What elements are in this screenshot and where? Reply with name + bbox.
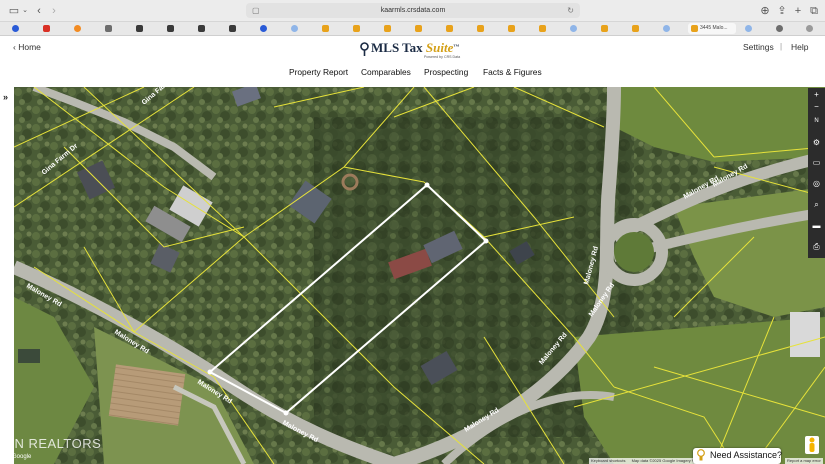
map-watermark: TN REALTORS: [6, 436, 101, 451]
search-icon[interactable]: ⌕: [808, 198, 825, 212]
gear-icon[interactable]: ⚙: [808, 136, 825, 150]
app-header: ‹ Home MLS Tax SuiteTM Powered by CRS Da…: [0, 36, 825, 86]
map-pin-icon: [360, 42, 369, 56]
parcel-vertex[interactable]: [207, 369, 213, 375]
bookmark-icon[interactable]: [229, 25, 236, 32]
gmail-icon[interactable]: [43, 25, 50, 32]
bookmark-icon[interactable]: [322, 25, 329, 32]
share-icon[interactable]: ⇪: [776, 4, 788, 18]
browser-toolbar: ▭ ⌄ ‹ › ▢ kaarmls.crsdata.com ↻ ⊕ ⇪ + ⧉: [0, 0, 825, 22]
bookmark-icon[interactable]: [508, 25, 515, 32]
bookmark-icon[interactable]: [167, 25, 174, 32]
address-bar[interactable]: ▢ kaarmls.crsdata.com ↻: [246, 3, 580, 18]
rectangle-select-icon[interactable]: ▭: [808, 156, 825, 170]
mls-tax-suite-logo[interactable]: MLS Tax SuiteTM Powered by CRS Data: [360, 40, 470, 60]
logo-accent: Suite: [425, 40, 454, 55]
header-divider: |: [780, 42, 783, 51]
house-roof: [18, 349, 40, 363]
parcel-vertex[interactable]: [424, 182, 430, 188]
street-view-pegman-icon[interactable]: [805, 436, 819, 454]
nav-facts-figures[interactable]: Facts & Figures: [483, 67, 542, 77]
pegman-figure: [809, 437, 815, 452]
bookmark-icon[interactable]: [198, 25, 205, 32]
logo-tm: TM: [453, 43, 460, 48]
url-text: kaarmls.crsdata.com: [380, 7, 446, 14]
logo-subtitle: Powered by CRS Data: [424, 55, 461, 59]
logo-text: MLS Tax SuiteTM: [371, 40, 459, 56]
bookmark-icon[interactable]: [539, 25, 546, 32]
bookmark-icon[interactable]: [12, 25, 19, 32]
bookmark-icon[interactable]: [570, 25, 577, 32]
map-controls: + − N ⚙ ▭ ◎ ⌕ ▬ ⎙: [808, 88, 825, 258]
sidebar-icon[interactable]: ▭: [8, 4, 20, 18]
watermark-text: TN REALTORS: [6, 436, 102, 451]
bookmark-icon[interactable]: [353, 25, 360, 32]
house-roof: [790, 312, 820, 357]
bookmark-icon[interactable]: [477, 25, 484, 32]
logo-main: MLS Tax: [371, 40, 426, 55]
nav-prospecting[interactable]: Prospecting: [424, 67, 468, 77]
chevron-down-icon[interactable]: ⌄: [21, 4, 29, 18]
bookmark-icon[interactable]: [745, 25, 752, 32]
bookmark-icon[interactable]: [806, 25, 813, 32]
bookmark-icon[interactable]: [260, 25, 267, 32]
print-icon[interactable]: ⎙: [808, 240, 825, 254]
plowed-field: [108, 364, 186, 426]
compass-icon[interactable]: N: [808, 114, 825, 128]
need-assistance-button[interactable]: Need Assistance?: [693, 448, 783, 464]
reload-icon[interactable]: ↻: [567, 3, 574, 18]
bookmarks-bar: 3445 Malo...: [0, 22, 825, 36]
lawn: [574, 317, 825, 464]
roundabout-center: [614, 232, 654, 272]
need-assistance-label: Need Assistance?: [710, 450, 783, 460]
bookmark-icon[interactable]: [663, 25, 670, 32]
bookmark-icon[interactable]: [601, 25, 608, 32]
parcel-vertex[interactable]: [483, 238, 489, 244]
bookmark-icon[interactable]: [776, 25, 783, 32]
home-label: Home: [18, 42, 41, 52]
chevron-left-icon: ‹: [13, 42, 16, 52]
page-icon: ▢: [252, 6, 260, 15]
forward-icon[interactable]: ›: [49, 4, 59, 18]
report-map-error-link[interactable]: Report a map error: [785, 458, 823, 464]
bookmark-icon[interactable]: [136, 25, 143, 32]
bookmark-icon[interactable]: [291, 25, 298, 32]
bookmark-icon[interactable]: [415, 25, 422, 32]
help-link[interactable]: Help: [791, 42, 808, 52]
layers-icon[interactable]: ▬: [808, 219, 825, 233]
main-nav: Property Report Comparables Prospecting …: [0, 67, 825, 81]
new-tab-icon[interactable]: +: [792, 4, 804, 18]
tabs-overview-icon[interactable]: ⧉: [808, 4, 820, 18]
satellite-map[interactable]: Maloney Rd Maloney Rd Maloney Rd Maloney…: [14, 87, 825, 464]
google-logo: Google: [12, 454, 32, 460]
bookmark-icon[interactable]: [632, 25, 639, 32]
settings-link[interactable]: Settings: [743, 42, 774, 52]
nav-comparables[interactable]: Comparables: [361, 67, 411, 77]
parcel-vertex[interactable]: [283, 410, 289, 416]
home-link[interactable]: ‹ Home: [13, 42, 41, 52]
back-icon[interactable]: ‹: [34, 4, 44, 18]
keyboard-shortcuts-link[interactable]: Keyboard shortcuts: [591, 458, 625, 463]
nav-property-report[interactable]: Property Report: [289, 67, 348, 77]
location-icon[interactable]: ◎: [808, 177, 825, 191]
bookmark-icon[interactable]: [384, 25, 391, 32]
zoom-out-icon[interactable]: −: [808, 100, 825, 114]
download-icon[interactable]: ⊕: [759, 4, 771, 18]
bookmark-icon[interactable]: [74, 25, 81, 32]
expand-sidebar-icon[interactable]: »: [3, 92, 8, 102]
bookmark-icon[interactable]: [446, 25, 453, 32]
map-canvas[interactable]: Maloney Rd Maloney Rd Maloney Rd Maloney…: [14, 87, 825, 464]
bookmark-icon[interactable]: [105, 25, 112, 32]
lightbulb-icon: [697, 449, 705, 461]
active-tab[interactable]: 3445 Malo...: [688, 23, 736, 34]
